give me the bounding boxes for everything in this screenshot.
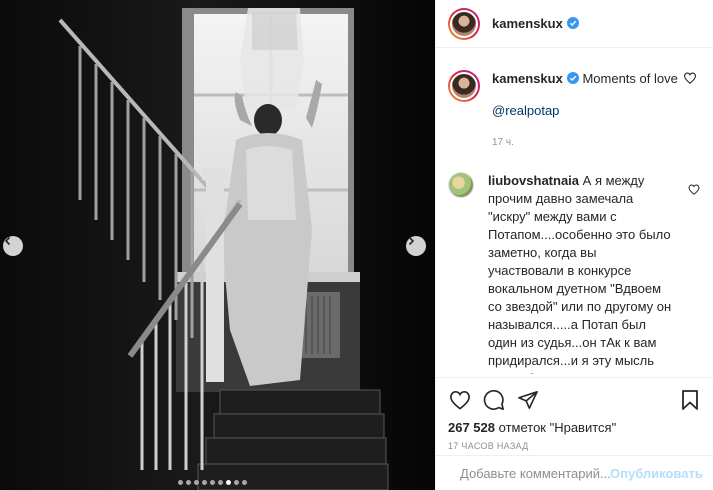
comment-input[interactable] <box>460 465 610 481</box>
comment-button[interactable] <box>482 388 506 412</box>
commenter-avatar[interactable] <box>448 172 474 198</box>
likes-count[interactable]: 267 528 отметок "Нравится" <box>448 420 702 435</box>
carousel-dot <box>218 480 223 485</box>
share-button[interactable] <box>516 388 540 412</box>
verified-badge-icon <box>566 17 579 29</box>
carousel-dot <box>178 480 183 485</box>
carousel-dot <box>242 480 247 485</box>
publish-button[interactable]: Опубликовать <box>610 466 703 481</box>
carousel-dot-active <box>226 480 231 485</box>
save-button[interactable] <box>678 388 702 412</box>
caption-time[interactable]: 17 ч. <box>492 134 702 152</box>
photo-image <box>0 0 435 490</box>
caption-text: Moments of love <box>582 71 678 86</box>
chevron-right-icon <box>408 236 415 246</box>
carousel-dot <box>210 480 215 485</box>
caption-username[interactable]: kamenskux <box>492 71 563 86</box>
comment-like-icon[interactable] <box>688 184 700 195</box>
chevron-left-icon <box>4 236 11 246</box>
post-caption: kamenskux Moments of love @realpotap 17 … <box>436 56 713 152</box>
carousel-prev-button[interactable] <box>3 236 23 256</box>
carousel-dot <box>234 480 239 485</box>
post-photo[interactable] <box>0 0 435 490</box>
author-username-text[interactable]: kamenskux <box>492 16 563 31</box>
post-header: kamenskux <box>436 0 713 48</box>
carousel-indicator <box>178 480 247 485</box>
add-comment-bar: Опубликовать <box>436 455 713 490</box>
like-button[interactable] <box>448 388 472 412</box>
post-actions: 267 528 отметок "Нравится" 17 часов наза… <box>436 377 713 451</box>
comment-icon <box>483 390 504 410</box>
likes-label[interactable]: отметок "Нравится" <box>499 420 617 435</box>
bookmark-icon <box>682 390 698 410</box>
post-timestamp[interactable]: 17 часов назад <box>448 441 702 451</box>
likes-number[interactable]: 267 528 <box>448 420 495 435</box>
share-icon <box>518 391 538 409</box>
carousel-dot <box>202 480 207 485</box>
comment-username[interactable]: liubovshatnaia <box>488 173 579 188</box>
heart-icon <box>684 72 697 84</box>
verified-badge-icon <box>566 72 579 84</box>
post-side-panel: kamenskux kamenskux Moments of love @rea… <box>435 0 713 490</box>
caption-author-avatar[interactable] <box>448 70 480 102</box>
carousel-next-button[interactable] <box>406 236 426 256</box>
comment-text: А я между прочим давно замечала "искру" … <box>488 173 672 374</box>
comment-item: liubovshatnaia А я между прочим давно за… <box>436 152 713 374</box>
carousel-dot <box>194 480 199 485</box>
heart-icon <box>450 390 470 410</box>
carousel-dot <box>186 480 191 485</box>
comments-scroll-area[interactable]: kamenskux Moments of love @realpotap 17 … <box>436 56 713 374</box>
author-username[interactable]: kamenskux <box>492 16 579 31</box>
author-avatar[interactable] <box>448 7 480 40</box>
caption-mention-link[interactable]: @realpotap <box>492 102 702 120</box>
